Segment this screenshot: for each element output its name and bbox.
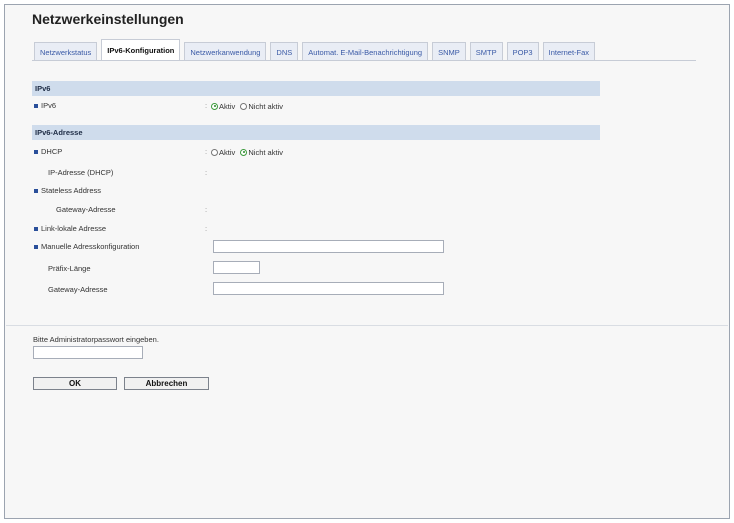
link-local-label: Link-lokale Adresse (41, 224, 107, 233)
dhcp-row-label: DHCP (34, 147, 62, 156)
stateless-row-label: Stateless Address (34, 186, 101, 195)
section-header-ipv6-adresse: IPv6-Adresse (32, 125, 600, 140)
dhcp-radio-aktiv-label: Aktiv (219, 147, 236, 157)
ipv6-radio-aktiv-label: Aktiv (219, 101, 236, 111)
ipv6-radio-nicht-aktiv-label: Nicht aktiv (248, 101, 283, 111)
bullet-icon (34, 227, 38, 232)
divider (6, 325, 728, 326)
bullet-icon (34, 189, 38, 194)
tab-bar: Netzwerkstatus IPv6-Konfiguration Netzwe… (34, 39, 599, 61)
colon: : (205, 168, 208, 177)
tab-pop3[interactable]: POP3 (506, 42, 539, 61)
tab-ipv6-konfiguration[interactable]: IPv6-Konfiguration (101, 39, 181, 61)
dhcp-label: DHCP (41, 147, 63, 156)
bullet-icon (34, 245, 38, 250)
ipv6-radio-nicht-aktiv[interactable] (240, 102, 248, 110)
tab-dns[interactable]: DNS (270, 42, 299, 61)
gateway-label-manual: Gateway-Adresse (48, 285, 108, 294)
password-prompt: Bitte Administratorpasswort eingeben. (33, 335, 159, 344)
tab-netzwerkstatus[interactable]: Netzwerkstatus (34, 42, 98, 61)
dhcp-radio-nicht-aktiv[interactable] (240, 148, 248, 156)
manual-address-input[interactable] (213, 240, 444, 253)
manual-row-label: Manuelle Adresskonfiguration (34, 242, 139, 251)
dhcp-radio-aktiv[interactable] (211, 148, 218, 156)
prefix-length-input[interactable] (213, 261, 260, 274)
admin-password-input[interactable] (33, 346, 143, 359)
gateway-address-input[interactable] (213, 282, 444, 295)
page-title: Netzwerkeinstellungen (32, 11, 184, 27)
cancel-button[interactable]: Abbrechen (124, 377, 209, 390)
dhcp-radio-nicht-aktiv-label: Nicht aktiv (248, 147, 283, 157)
colon: : (205, 224, 208, 233)
ipv6-label: IPv6 (41, 101, 57, 110)
tab-email-benachrichtigung[interactable]: Automat. E-Mail-Benachrichtigung (302, 42, 429, 61)
colon: : (205, 101, 208, 110)
colon: : (205, 205, 208, 214)
tab-internet-fax[interactable]: Internet-Fax (542, 42, 596, 61)
ipv6-row-label: IPv6 (34, 101, 56, 110)
ipv6-radio-group: Aktiv Nicht aktiv (211, 101, 286, 111)
tab-smtp[interactable]: SMTP (469, 42, 503, 61)
manual-label: Manuelle Adresskonfiguration (41, 242, 140, 251)
ok-button[interactable]: OK (33, 377, 117, 390)
bullet-icon (34, 150, 38, 155)
tab-baseline (32, 60, 696, 61)
gateway-label-stateless: Gateway-Adresse (56, 205, 116, 214)
tab-netzwerkanwendung[interactable]: Netzwerkanwendung (184, 42, 267, 61)
colon: : (205, 147, 208, 156)
section-header-ipv6: IPv6 (32, 81, 600, 96)
stateless-label: Stateless Address (41, 186, 102, 195)
tab-snmp[interactable]: SNMP (432, 42, 466, 61)
bullet-icon (34, 104, 38, 109)
dhcp-radio-group: Aktiv Nicht aktiv (211, 147, 286, 157)
link-local-row-label: Link-lokale Adresse (34, 224, 106, 233)
ipv6-radio-aktiv[interactable] (211, 102, 218, 110)
prefix-label: Präfix-Länge (48, 264, 91, 273)
ip-dhcp-label: IP-Adresse (DHCP) (48, 168, 114, 177)
